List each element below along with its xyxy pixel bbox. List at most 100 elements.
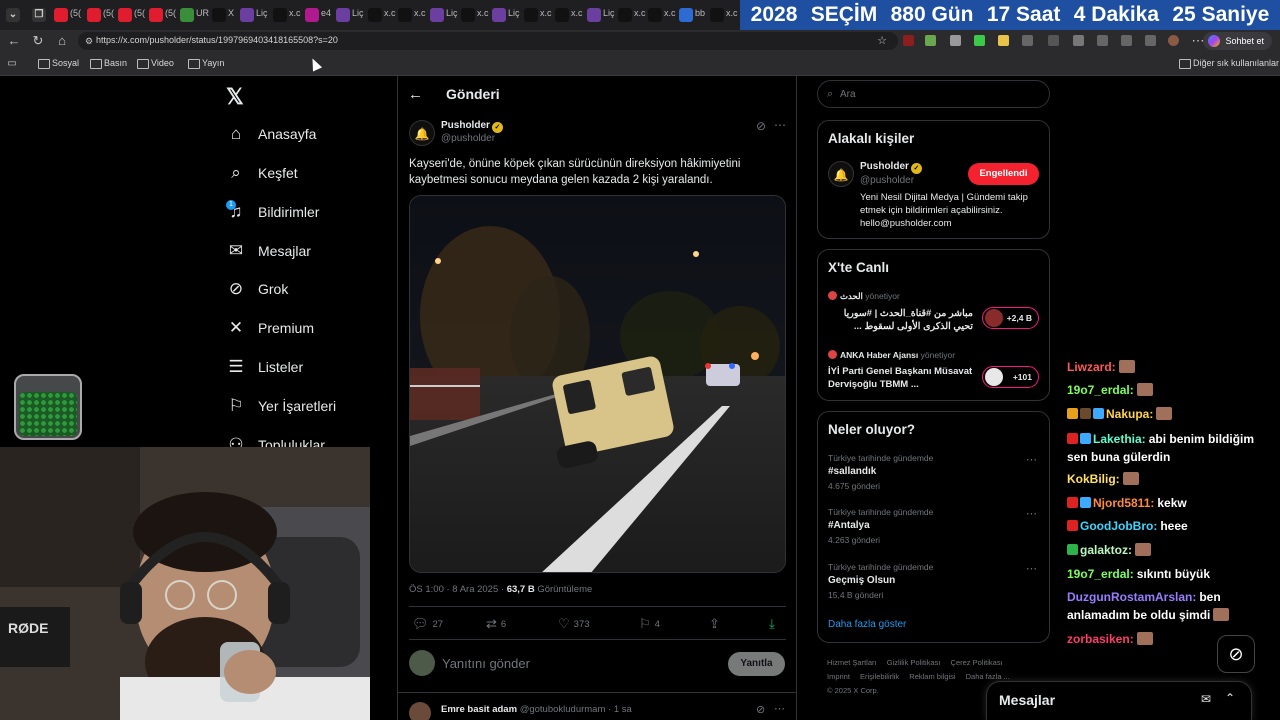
tab-label[interactable]: (5( <box>70 8 81 18</box>
post-photo[interactable] <box>409 195 786 573</box>
messages-drawer[interactable]: Mesajlar ✉ ⌃ <box>986 681 1252 720</box>
more-options-icon[interactable]: ⋯ <box>774 702 785 715</box>
tab-label[interactable]: x.c <box>477 8 489 18</box>
tab-label[interactable]: x.c <box>634 8 646 18</box>
tab-label[interactable]: Liç <box>603 8 615 18</box>
tab-favicon[interactable] <box>212 8 226 22</box>
tab-favicon[interactable] <box>524 8 538 22</box>
tab-favicon[interactable] <box>54 8 68 22</box>
footer-link[interactable]: Erişilebilirlik <box>860 672 899 681</box>
tab-favicon[interactable] <box>368 8 382 22</box>
tab-favicon[interactable] <box>430 8 444 22</box>
footer-link[interactable]: Gizlilik Politikası <box>887 658 941 667</box>
reply-input[interactable]: Yanıtını gönder <box>442 656 530 671</box>
reply-author-name[interactable]: Emre basit adam <box>441 704 517 715</box>
post-time[interactable]: ÖS 1:00 · 8 Ara 2025 · <box>409 584 507 595</box>
favorites-icon[interactable] <box>1097 35 1108 46</box>
bookmark-folder-basin[interactable]: Basın <box>90 58 127 69</box>
live-space-title[interactable]: مباشر من #قناة_الحدث | #سوريا تحيي الذكر… <box>828 307 973 333</box>
related-name[interactable]: Pusholder ✓ <box>860 161 922 174</box>
live-listeners-pill[interactable]: +2,4 B <box>982 307 1039 329</box>
tab-label[interactable]: (5( <box>134 8 145 18</box>
bookmark-folder-yayin[interactable]: Yayın <box>188 58 224 69</box>
tab-favicon[interactable] <box>305 8 319 22</box>
extension-icon[interactable] <box>974 35 985 46</box>
workspace-icon[interactable]: ❐ <box>32 8 46 22</box>
nav-item[interactable]: ⊘ Grok <box>226 275 288 303</box>
grok-explain-icon[interactable]: ⊘ <box>756 703 765 716</box>
expand-icon[interactable]: ⌃ <box>1225 691 1235 705</box>
tab-favicon[interactable] <box>492 8 506 22</box>
x-logo-icon[interactable]: 𝕏 <box>226 84 244 110</box>
home-browser-icon[interactable]: ⌂ <box>54 33 70 49</box>
like-action[interactable]: ♡ 373 <box>558 616 590 632</box>
footer-link[interactable]: Imprint <box>827 672 850 681</box>
extension-icon[interactable] <box>1022 35 1033 46</box>
related-avatar[interactable]: 🔔 <box>828 161 854 187</box>
related-handle[interactable]: @pusholder <box>860 175 914 186</box>
reply-author-avatar[interactable] <box>409 702 431 720</box>
more-options-icon[interactable]: ⋯ <box>774 118 786 132</box>
tab-favicon[interactable] <box>180 8 194 22</box>
tab-label[interactable]: Liç <box>446 8 458 18</box>
trend-more-icon[interactable]: ⋯ <box>1026 507 1037 520</box>
nav-item[interactable]: ✕ Premium <box>226 314 314 342</box>
tab-label[interactable]: UR <box>196 8 209 18</box>
tab-label[interactable]: (5( <box>165 8 176 18</box>
tab-favicon[interactable] <box>273 8 287 22</box>
back-icon[interactable]: ← <box>6 33 22 49</box>
share-action[interactable]: ⇪ <box>709 616 724 632</box>
bookmark-folder-sosyal[interactable]: Sosyal <box>38 58 79 69</box>
tab-label[interactable]: bb <box>695 8 705 18</box>
tab-favicon[interactable] <box>240 8 254 22</box>
bookmark-folder-video[interactable]: Video <box>137 58 174 69</box>
extension-icon[interactable] <box>903 35 914 46</box>
tab-label[interactable]: Liç <box>352 8 364 18</box>
reply-author-handle[interactable]: @gotubokludurmam <box>520 704 606 715</box>
browser-essentials-icon[interactable] <box>1121 35 1132 46</box>
chat-copilot-button[interactable]: Sohbet et <box>1203 32 1272 50</box>
tab-label[interactable]: x.c <box>414 8 426 18</box>
profile-avatar[interactable] <box>1168 35 1179 46</box>
back-arrow-icon[interactable]: ← <box>408 86 423 103</box>
extension-icon[interactable] <box>1073 35 1084 46</box>
tab-favicon[interactable] <box>118 8 132 22</box>
trend-more-icon[interactable]: ⋯ <box>1026 453 1037 466</box>
footer-link[interactable]: Reklam bilgisi <box>909 672 955 681</box>
trend-name[interactable]: #Antalya <box>828 520 870 531</box>
reply-action[interactable]: 💬︎ 27 <box>412 616 443 632</box>
tab-favicon[interactable] <box>710 8 724 22</box>
repost-action[interactable]: ⇄ 6 <box>486 616 506 632</box>
bookmarks-menu-icon[interactable]: ▭ <box>4 56 20 72</box>
download-action[interactable]: ⤓ <box>769 616 779 632</box>
trend-name[interactable]: Geçmiş Olsun <box>828 575 895 586</box>
show-more-link[interactable]: Daha fazla göster <box>828 619 906 630</box>
tab-favicon[interactable] <box>87 8 101 22</box>
tab-label[interactable]: X <box>228 8 234 18</box>
extension-icon[interactable] <box>925 35 936 46</box>
nav-item[interactable]: ✉ Mesajlar <box>226 237 311 265</box>
tab-favicon[interactable] <box>555 8 569 22</box>
trend-more-icon[interactable]: ⋯ <box>1026 562 1037 575</box>
tab-label[interactable]: x.c <box>571 8 583 18</box>
trend-name[interactable]: #sallandık <box>828 466 876 477</box>
tab-label[interactable]: x.c <box>384 8 396 18</box>
grok-explain-icon[interactable]: ⊘ <box>756 119 766 133</box>
footer-link[interactable]: Daha fazla ... <box>966 672 1010 681</box>
tab-label[interactable]: x.c <box>726 8 738 18</box>
search-input[interactable]: ⌕ Ara <box>817 80 1050 108</box>
tab-label[interactable]: x.c <box>289 8 301 18</box>
author-name[interactable]: Pusholder ✓ <box>441 120 503 133</box>
nav-item[interactable]: ☰ Listeler <box>226 353 303 381</box>
author-avatar[interactable]: 🔔 <box>409 120 435 146</box>
nav-item[interactable]: ⚐ Yer İşaretleri <box>226 392 336 420</box>
bookmark-folder-other[interactable]: Diğer sık kullanılanlar <box>1179 58 1279 69</box>
nav-item[interactable]: ⌕ Keşfet <box>226 159 297 187</box>
tab-favicon[interactable] <box>336 8 350 22</box>
extension-icon[interactable] <box>950 35 961 46</box>
nav-item[interactable]: ⌂ Anasayfa <box>226 120 317 148</box>
tab-label[interactable]: Liç <box>256 8 268 18</box>
address-bar[interactable]: ⚙ https://x.com/pusholder/status/1997969… <box>78 32 898 50</box>
live-listeners-pill[interactable]: +101 <box>982 366 1039 388</box>
footer-link[interactable]: Hizmet Şartları <box>827 658 877 667</box>
